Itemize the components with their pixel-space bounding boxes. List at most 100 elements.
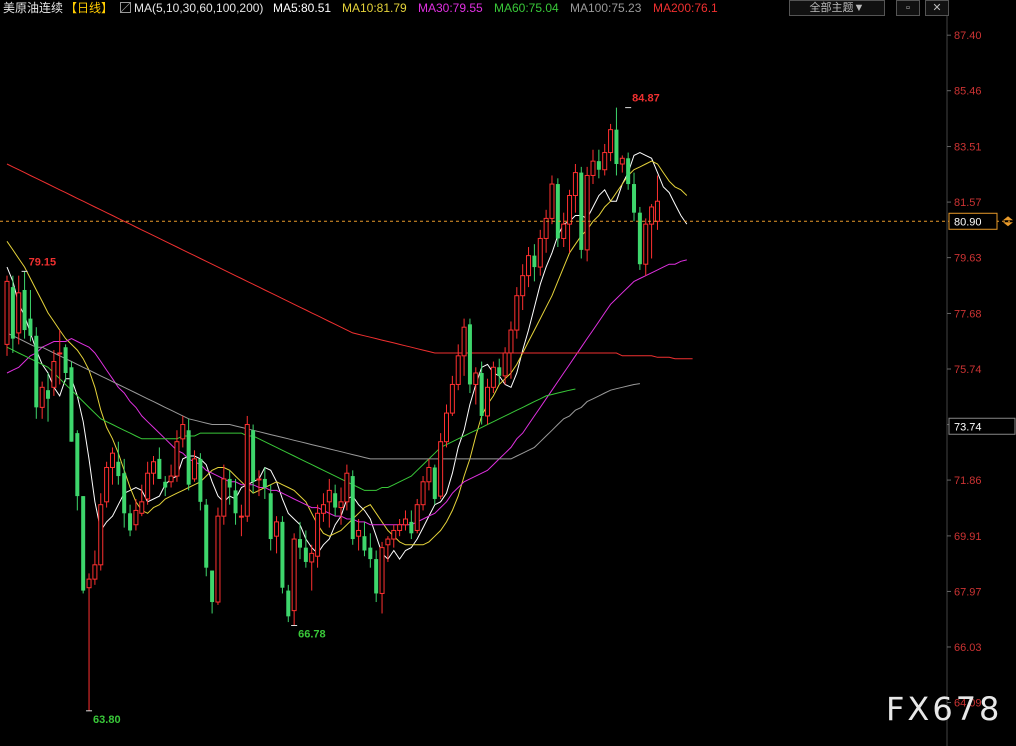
candle-body-up [584, 174, 590, 251]
candle [262, 467, 267, 499]
candle-body-up [643, 223, 649, 265]
candle [602, 143, 608, 176]
candle [98, 493, 104, 571]
restore-icon[interactable]: ▫ [896, 0, 920, 16]
candle-body-down [128, 513, 133, 531]
candle [643, 218, 649, 276]
candle-body-down [198, 458, 203, 502]
candle [151, 456, 156, 485]
candle-body-up [608, 129, 614, 154]
candle [104, 461, 110, 508]
candle [227, 470, 232, 505]
candle-body-down [227, 478, 232, 488]
candle [86, 573, 92, 711]
candle-body-up [572, 172, 578, 196]
candle-body-down [262, 478, 267, 488]
candle-body-up [402, 518, 408, 526]
extreme-label: 66.78 [298, 629, 326, 641]
candle [473, 367, 479, 405]
candle-body-up [461, 326, 467, 357]
period-label[interactable]: 【日线】 [65, 0, 113, 16]
candle-body-down [210, 570, 215, 603]
y-tick-label: 66.03 [954, 642, 982, 654]
candle-body-up [151, 461, 156, 474]
candle [649, 204, 655, 259]
candle-body-up [508, 329, 514, 354]
extreme-label: 63.80 [93, 714, 121, 726]
candle-body-up [133, 509, 139, 526]
candle [22, 271, 27, 339]
candle [608, 123, 614, 162]
ma100-value: MA100:75.23 [570, 1, 642, 15]
y-tick-label: 77.68 [954, 308, 982, 320]
y-tick-label: 87.40 [954, 30, 982, 42]
candle [438, 433, 444, 499]
candlestick-chart: 87.4085.4683.5181.5779.6377.6875.7473.80… [0, 0, 1016, 746]
candle [46, 373, 51, 422]
candle [543, 209, 549, 253]
y-tick-label: 83.51 [954, 142, 982, 154]
candle-body-up [309, 552, 315, 563]
candle-body-down [116, 461, 121, 477]
close-icon[interactable]: ✕ [925, 0, 949, 16]
candle-body-down [69, 367, 74, 442]
candle [10, 275, 15, 353]
candle-body-up [174, 441, 180, 477]
candle-body-up [438, 441, 444, 497]
candle [186, 418, 191, 491]
candle [256, 470, 262, 497]
candle-body-down [286, 590, 291, 617]
candle [485, 378, 491, 425]
candle [579, 166, 584, 259]
candle [244, 415, 250, 522]
candle-body-up [520, 275, 526, 297]
candle-body-up [215, 515, 221, 603]
ma30-value: MA30:79.55 [418, 1, 483, 15]
ma-settings-icon[interactable] [120, 2, 131, 13]
candle-body-down [34, 335, 39, 408]
ma-params[interactable]: MA(5,10,30,60,100,200) [134, 0, 263, 16]
candle [596, 149, 601, 179]
candle [514, 287, 520, 339]
candle-body-up [326, 489, 332, 503]
candle [215, 507, 221, 605]
candle-body-up [619, 157, 625, 165]
candle-body-up [514, 295, 520, 331]
candle-body-down [532, 255, 537, 268]
candle-body-up [57, 352, 63, 355]
candle-body-down [333, 493, 338, 508]
candle [81, 496, 86, 594]
candle [238, 504, 244, 537]
candle [28, 289, 33, 342]
candle [626, 152, 631, 190]
theme-selector-button[interactable]: 全部主题▼ [789, 0, 885, 16]
candle [379, 541, 385, 614]
candle [537, 229, 543, 276]
candle-body-up [4, 280, 10, 345]
candle [356, 519, 362, 551]
candle-body-down [163, 481, 168, 488]
candle-body-up [567, 195, 573, 225]
candle-body-down [637, 212, 642, 265]
ma60-value: MA60:75.04 [494, 1, 559, 15]
candle [109, 447, 115, 485]
candle-body-down [81, 496, 86, 591]
candle [92, 550, 98, 585]
instrument-name: 美原油连续 [3, 1, 64, 15]
candle [168, 464, 174, 488]
candle [632, 172, 637, 222]
candle [291, 533, 297, 626]
candle [309, 544, 315, 591]
candle [4, 275, 10, 356]
candle-body-down [432, 467, 437, 499]
candle-body-down [350, 476, 355, 540]
candle-body-down [479, 373, 484, 416]
candle [561, 212, 567, 248]
candle-body-down [268, 493, 273, 540]
candle-body-up [244, 424, 250, 517]
candle [637, 206, 642, 270]
y-tick-label: 81.57 [954, 197, 982, 209]
candle [16, 275, 22, 345]
candle [362, 521, 367, 557]
candle [467, 318, 472, 394]
